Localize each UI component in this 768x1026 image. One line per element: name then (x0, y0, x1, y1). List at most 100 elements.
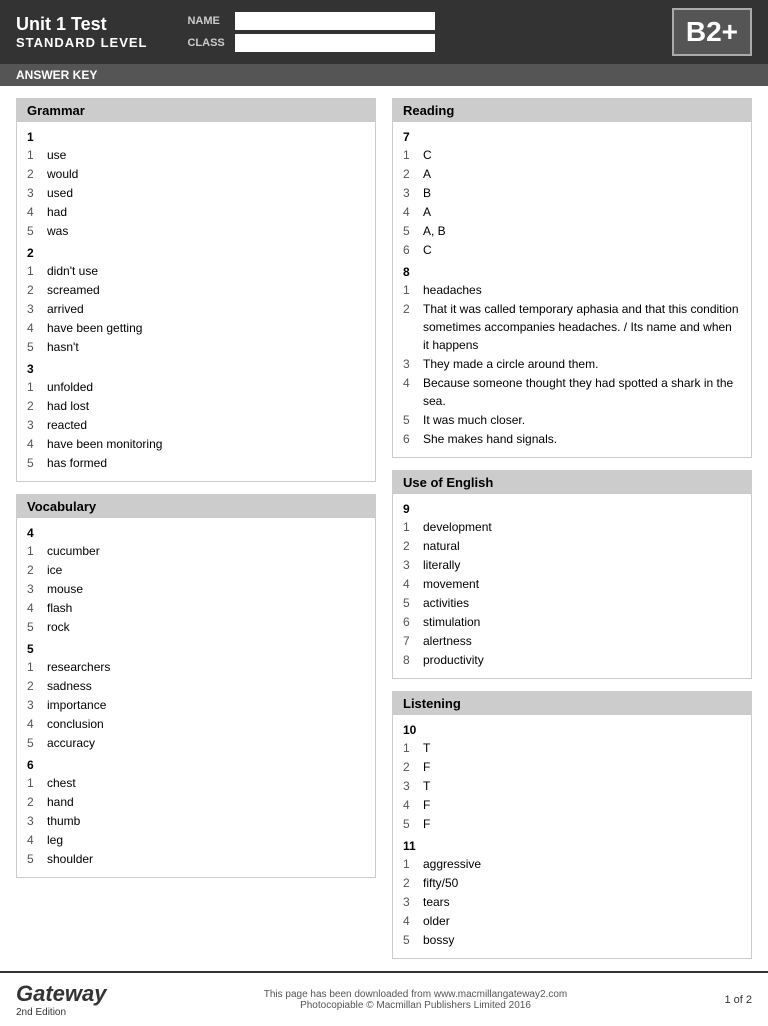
class-row: CLASS (187, 34, 655, 52)
badge: B2+ (672, 8, 752, 56)
list-item: 6stimulation (403, 613, 741, 631)
list-item: 3mouse (27, 580, 365, 598)
listening-section: Listening 10 1T 2F 3T 4F 5F 11 1aggressi… (392, 691, 752, 959)
list-item: 5accuracy (27, 734, 365, 752)
list-item: 4F (403, 796, 741, 814)
header-center: NAME CLASS (187, 12, 655, 52)
use-of-english-header: Use of English (393, 471, 751, 494)
vocabulary-header: Vocabulary (17, 495, 375, 518)
reading-header: Reading (393, 99, 751, 122)
list-item: 4have been getting (27, 319, 365, 337)
list-item: 4flash (27, 599, 365, 617)
list-item: 2fifty/50 (403, 874, 741, 892)
right-column: Reading 7 1C 2A 3B 4A 5A, B 6C 8 1headac… (392, 98, 752, 959)
footer-center: This page has been downloaded from www.m… (264, 989, 568, 1011)
header-left: Unit 1 Test STANDARD LEVEL (16, 14, 147, 50)
footer-line2: Photocopiable © Macmillan Publishers Lim… (264, 1000, 568, 1011)
list-item: 2F (403, 758, 741, 776)
list-item: 6She makes hand signals. (403, 430, 741, 448)
list-item: 1cucumber (27, 542, 365, 560)
footer-logo-sub: 2nd Edition (16, 1007, 107, 1018)
reading-group-7-number: 7 (403, 130, 741, 144)
list-item: 4have been monitoring (27, 435, 365, 453)
answer-key-bar: ANSWER KEY (0, 64, 768, 86)
list-item: 8productivity (403, 651, 741, 669)
list-item: 4conclusion (27, 715, 365, 733)
list-item: 5has formed (27, 454, 365, 472)
vocab-group-6-number: 6 (27, 758, 365, 772)
grammar-header: Grammar (17, 99, 375, 122)
list-item: 2would (27, 165, 365, 183)
footer-line1: This page has been downloaded from www.m… (264, 989, 568, 1000)
reading-section: Reading 7 1C 2A 3B 4A 5A, B 6C 8 1headac… (392, 98, 752, 458)
list-item: 2That it was called temporary aphasia an… (403, 300, 741, 354)
list-item: 5was (27, 222, 365, 240)
list-item: 5bossy (403, 931, 741, 949)
list-item: 3B (403, 184, 741, 202)
list-item: 5hasn't (27, 338, 365, 356)
grammar-group-3-number: 3 (27, 362, 365, 376)
list-item: 3arrived (27, 300, 365, 318)
list-item: 2natural (403, 537, 741, 555)
listening-group-10-number: 10 (403, 723, 741, 737)
list-item: 1use (27, 146, 365, 164)
list-item: 1development (403, 518, 741, 536)
list-item: 5F (403, 815, 741, 833)
header: Unit 1 Test STANDARD LEVEL NAME CLASS B2… (0, 0, 768, 64)
list-item: 3reacted (27, 416, 365, 434)
list-item: 1headaches (403, 281, 741, 299)
list-item: 1C (403, 146, 741, 164)
reading-group-8-number: 8 (403, 265, 741, 279)
list-item: 6C (403, 241, 741, 259)
list-item: 5It was much closer. (403, 411, 741, 429)
vocabulary-section: Vocabulary 4 1cucumber 2ice 3mouse 4flas… (16, 494, 376, 878)
footer: Gateway 2nd Edition This page has been d… (0, 971, 768, 1026)
list-item: 2A (403, 165, 741, 183)
uoe-group-9-number: 9 (403, 502, 741, 516)
use-of-english-section: Use of English 9 1development 2natural 3… (392, 470, 752, 679)
list-item: 5shoulder (27, 850, 365, 868)
class-input[interactable] (235, 34, 435, 52)
list-item: 1didn't use (27, 262, 365, 280)
list-item: 1chest (27, 774, 365, 792)
list-item: 4older (403, 912, 741, 930)
level-label: STANDARD LEVEL (16, 35, 147, 50)
left-column: Grammar 1 1use 2would 3used 4had 5was 2 … (16, 98, 376, 959)
list-item: 2ice (27, 561, 365, 579)
list-item: 1T (403, 739, 741, 757)
grammar-group-2-number: 2 (27, 246, 365, 260)
list-item: 5rock (27, 618, 365, 636)
list-item: 3literally (403, 556, 741, 574)
unit-title: Unit 1 Test (16, 14, 147, 35)
list-item: 4A (403, 203, 741, 221)
list-item: 3tears (403, 893, 741, 911)
list-item: 3used (27, 184, 365, 202)
page: Unit 1 Test STANDARD LEVEL NAME CLASS B2… (0, 0, 768, 1026)
list-item: 4had (27, 203, 365, 221)
list-item: 4Because someone thought they had spotte… (403, 374, 741, 410)
list-item: 1aggressive (403, 855, 741, 873)
grammar-group-1-number: 1 (27, 130, 365, 144)
main-content: Grammar 1 1use 2would 3used 4had 5was 2 … (0, 86, 768, 971)
vocab-group-5-number: 5 (27, 642, 365, 656)
name-label: NAME (187, 15, 227, 27)
list-item: 3thumb (27, 812, 365, 830)
list-item: 1researchers (27, 658, 365, 676)
list-item: 5A, B (403, 222, 741, 240)
name-row: NAME (187, 12, 655, 30)
list-item: 2hand (27, 793, 365, 811)
class-label: CLASS (187, 37, 227, 49)
list-item: 3They made a circle around them. (403, 355, 741, 373)
list-item: 7alertness (403, 632, 741, 650)
list-item: 4leg (27, 831, 365, 849)
footer-logo: Gateway 2nd Edition (16, 981, 107, 1018)
list-item: 3importance (27, 696, 365, 714)
list-item: 5activities (403, 594, 741, 612)
vocab-group-4-number: 4 (27, 526, 365, 540)
list-item: 2sadness (27, 677, 365, 695)
name-input[interactable] (235, 12, 435, 30)
list-item: 2screamed (27, 281, 365, 299)
list-item: 2had lost (27, 397, 365, 415)
list-item: 3T (403, 777, 741, 795)
grammar-section: Grammar 1 1use 2would 3used 4had 5was 2 … (16, 98, 376, 482)
